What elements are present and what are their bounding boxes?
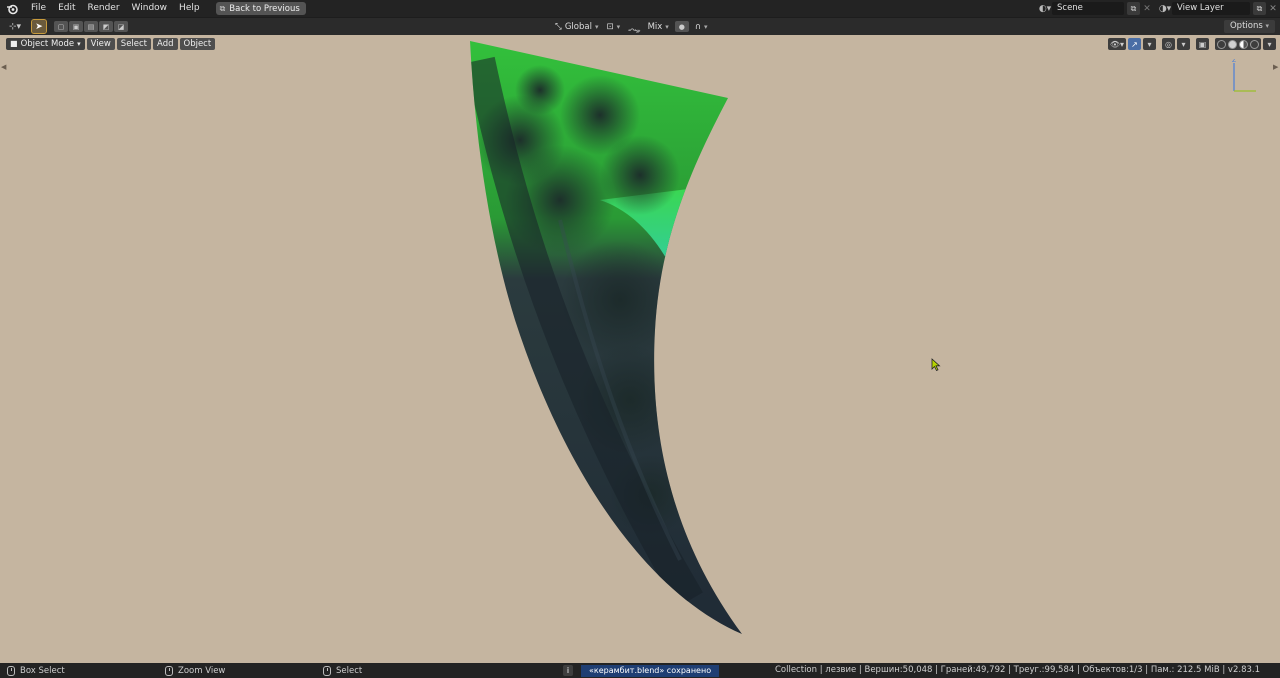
options-dropdown[interactable]: Options ▾	[1223, 20, 1275, 33]
pivot-icon: ⊡	[606, 21, 614, 32]
orientation-icon: ⤡	[555, 21, 562, 32]
saved-message: «керамбит.blend» сохранено	[581, 664, 720, 677]
view-layer-selector-icon[interactable]: ◑▾	[1158, 2, 1172, 15]
top-menu-bar: File Edit Render Window Help ⧉ Back to P…	[0, 0, 1280, 17]
select-tool-icon[interactable]: ➤	[31, 19, 47, 34]
delete-scene-icon[interactable]: ✕	[1140, 2, 1154, 15]
chevron-down-icon: ▾	[665, 22, 669, 31]
status-middle-hint: Zoom View	[165, 665, 225, 676]
save-report[interactable]: i «керамбит.blend» сохранено	[563, 664, 720, 677]
scene-name-field[interactable]: Scene	[1052, 2, 1124, 15]
menu-render[interactable]: Render	[82, 1, 126, 16]
select-invert-icon[interactable]: ◩	[99, 21, 113, 32]
snap-mode-label: Mix	[647, 21, 663, 32]
snap-dropdown[interactable]: 🝇 Mix ▾	[626, 20, 671, 34]
box-select-hint: Box Select	[20, 665, 65, 676]
status-right-hint: Select	[323, 665, 362, 676]
back-to-previous-label: Back to Previous	[229, 3, 300, 14]
status-bar: Box Select Zoom View Select i «керамбит.…	[0, 663, 1280, 678]
blade-mesh-object[interactable]	[0, 35, 1280, 663]
select-intersect-icon[interactable]: ◪	[114, 21, 128, 32]
transform-orientation-dropdown[interactable]: ⤡ Global ▾	[553, 20, 600, 33]
proportional-edit-icon[interactable]: ●	[674, 21, 689, 32]
viewport-header-toolbar: ⊹▾ ➤ ▢ ▣ ▤ ◩ ◪ ⤡ Global ▾ ⊡ ▾ 🝇 Mix ▾ ● ∩…	[0, 18, 1280, 35]
select-hint: Select	[336, 665, 363, 676]
status-left-hint: Box Select	[7, 665, 65, 676]
info-icon: i	[563, 665, 573, 676]
snap-magnet-icon: 🝇	[628, 23, 641, 34]
selection-mode-group: ▢ ▣ ▤ ◩ ◪	[54, 21, 128, 32]
chevron-down-icon: ▾	[616, 22, 621, 31]
transform-tools: ⤡ Global ▾ ⊡ ▾ 🝇 Mix ▾ ● ∩ ▾	[553, 20, 710, 34]
menu-edit[interactable]: Edit	[52, 1, 81, 16]
select-new-icon[interactable]: ▢	[54, 21, 68, 32]
menu-help[interactable]: Help	[173, 1, 206, 16]
scene-selector-icon[interactable]: ◐▾	[1038, 2, 1052, 15]
menu-file[interactable]: File	[25, 1, 52, 16]
mouse-left-icon	[7, 665, 15, 676]
options-label: Options	[1229, 21, 1263, 31]
3d-viewport[interactable]: ■ Object Mode ▾ View Select Add Object 👁…	[0, 35, 1280, 663]
top-right-controls: ◐▾ Scene ⧉ ✕ ◑▾ View Layer ⧉ ✕	[1038, 1, 1280, 16]
mouse-middle-icon	[165, 665, 173, 676]
delete-view-layer-icon[interactable]: ✕	[1266, 2, 1280, 15]
view-layer-name-field[interactable]: View Layer	[1172, 2, 1250, 15]
blender-logo-icon[interactable]	[5, 2, 19, 16]
scene-statistics: Collection | лезвие | Вершин:50,048 | Гр…	[774, 665, 1260, 675]
mouse-cursor-icon	[931, 358, 941, 372]
new-scene-icon[interactable]: ⧉	[1127, 2, 1140, 15]
zoom-view-hint: Zoom View	[178, 665, 226, 676]
pivot-point-dropdown[interactable]: ⊡ ▾	[604, 20, 622, 33]
select-extend-icon[interactable]: ▣	[69, 21, 83, 32]
mouse-right-icon	[323, 665, 331, 676]
select-subtract-icon[interactable]: ▤	[84, 21, 98, 32]
falloff-dropdown[interactable]: ∩ ▾	[693, 20, 710, 33]
screen-back-icon: ⧉	[219, 3, 226, 13]
editor-type-icon[interactable]: ⊹▾	[6, 20, 24, 33]
menu-window[interactable]: Window	[126, 1, 174, 16]
new-view-layer-icon[interactable]: ⧉	[1253, 2, 1266, 15]
chevron-down-icon: ▾	[594, 22, 599, 31]
chevron-down-icon: ▾	[704, 22, 708, 31]
back-to-previous-button[interactable]: ⧉ Back to Previous	[215, 2, 306, 15]
chevron-down-icon: ▾	[1265, 22, 1269, 30]
orientation-label: Global	[564, 21, 592, 32]
falloff-curve-icon: ∩	[694, 21, 702, 32]
